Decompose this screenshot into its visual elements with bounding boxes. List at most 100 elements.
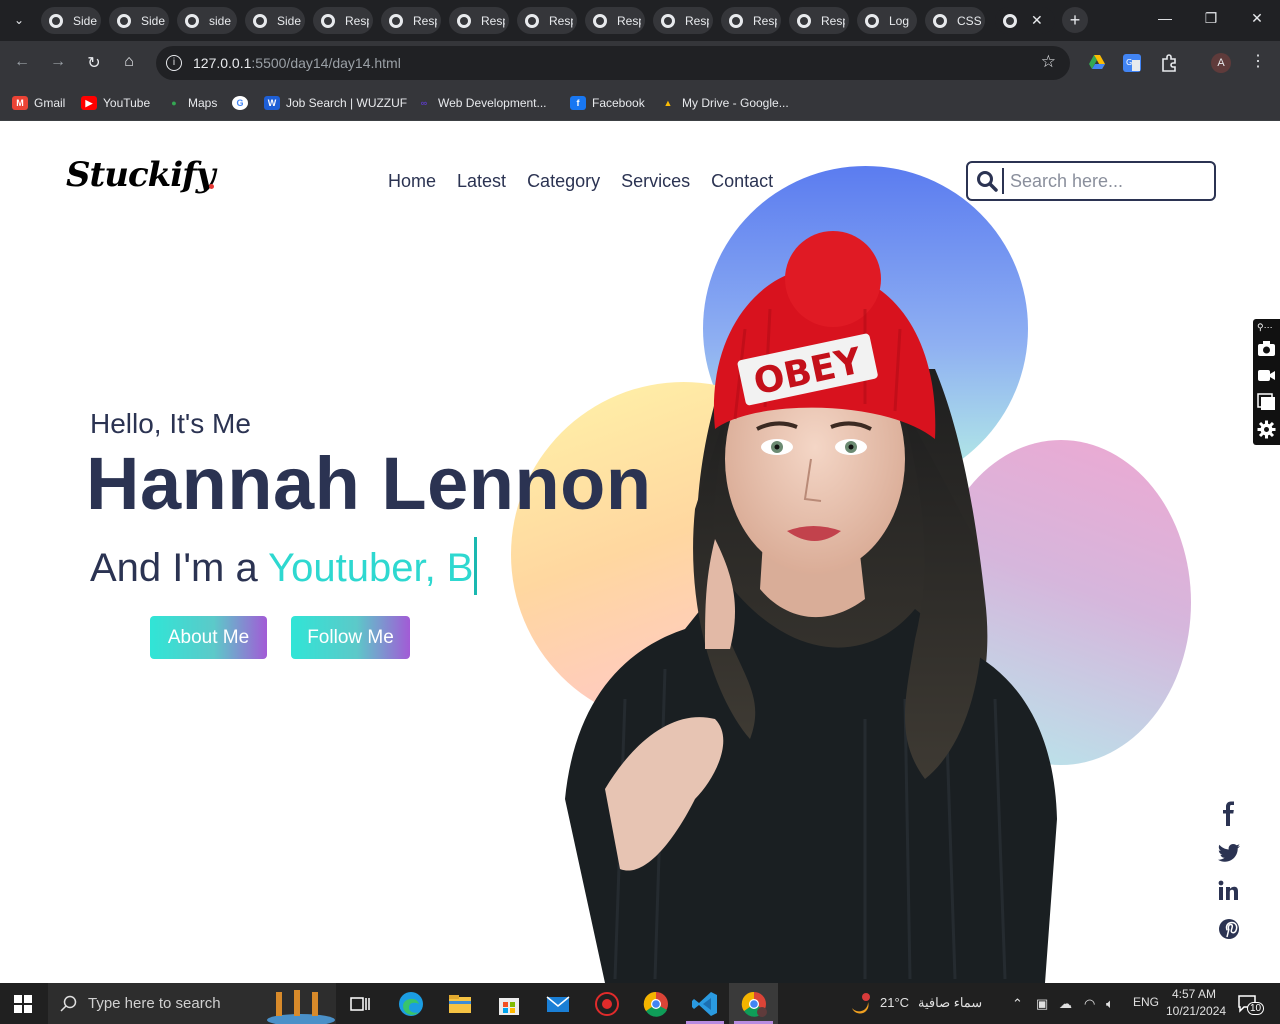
security-app-icon[interactable] — [593, 990, 621, 1018]
role-typed-text: Youtuber, B — [268, 546, 474, 590]
browser-tab[interactable]: Side — [245, 7, 305, 34]
browser-tab[interactable]: Resp — [449, 7, 509, 34]
tab-label: side — [209, 13, 232, 28]
bookmark-gmail[interactable]: M Gmail — [12, 92, 65, 114]
clock-date[interactable]: 10/21/2024 — [1166, 1004, 1226, 1018]
role-prefix: And I'm a — [90, 546, 269, 590]
home-button[interactable]: ⌂ — [119, 53, 139, 71]
tab-favicon-icon — [797, 13, 811, 28]
vscode-icon[interactable] — [691, 990, 719, 1018]
weather-description: سماء صافية — [918, 995, 983, 1010]
tray-expand-icon[interactable]: ⌃ — [1012, 996, 1023, 1012]
browser-tab[interactable]: Resp — [381, 7, 441, 34]
volume-icon[interactable]: 🔈︎ — [1106, 996, 1114, 1012]
window-capture-icon[interactable] — [1257, 393, 1276, 412]
bookmark-drive[interactable]: ▲ My Drive - Google... — [660, 92, 789, 114]
clock-time[interactable]: 4:57 AM — [1172, 987, 1216, 1001]
google-translate-extension-icon[interactable]: G — [1123, 54, 1141, 72]
tab-search-button[interactable]: ⌄ — [8, 9, 30, 31]
address-bar[interactable]: i 127.0.0.1:5500/day14/day14.html ☆ — [156, 46, 1070, 80]
bookmark-facebook[interactable]: f Facebook — [570, 92, 645, 114]
linkedin-icon[interactable] — [1216, 878, 1242, 904]
network-icon[interactable]: ◠ — [1084, 996, 1095, 1012]
onedrive-icon[interactable]: ☁ — [1059, 996, 1072, 1012]
restore-button[interactable]: ❐ — [1201, 10, 1221, 27]
camera-icon[interactable] — [1257, 339, 1276, 358]
bookmark-label: My Drive - Google... — [682, 96, 789, 110]
browser-tab[interactable]: Resp — [313, 7, 373, 34]
microsoft-store-icon[interactable] — [495, 990, 523, 1018]
tab-favicon-icon — [49, 13, 63, 28]
bookmark-label: YouTube — [103, 96, 151, 110]
site-logo[interactable]: Stuckify — [66, 155, 216, 195]
taskbar-search-box[interactable]: Type here to search — [48, 983, 336, 1024]
forward-button[interactable]: → — [48, 53, 68, 71]
task-view-icon[interactable] — [346, 990, 374, 1018]
mail-icon[interactable] — [544, 990, 572, 1018]
browser-tab[interactable]: side — [177, 7, 237, 34]
pinterest-icon[interactable] — [1216, 916, 1242, 942]
close-window-button[interactable]: ✕ — [1247, 10, 1267, 27]
extensions-puzzle-icon[interactable] — [1160, 54, 1178, 72]
minimize-button[interactable]: — — [1155, 10, 1175, 26]
browser-tab[interactable]: Resp — [585, 7, 645, 34]
tab-favicon-icon — [525, 13, 539, 28]
tab-label: Resp — [685, 13, 709, 28]
browser-tab[interactable]: CSS — [925, 7, 985, 34]
bookmark-youtube[interactable]: ▶ YouTube — [81, 92, 150, 114]
svg-text:G: G — [1126, 58, 1132, 67]
bookmark-star-icon[interactable]: ☆ — [1041, 52, 1056, 72]
chrome-icon[interactable] — [642, 990, 670, 1018]
meet-now-icon[interactable]: ▣ — [1036, 996, 1048, 1012]
hero-name: Hannah Lennon — [86, 442, 652, 525]
browser-tab[interactable]: Side — [109, 7, 169, 34]
url-text[interactable]: 127.0.0.1:5500/day14/day14.html — [193, 55, 401, 71]
browser-tab[interactable]: Side — [41, 7, 101, 34]
reload-button[interactable]: ↻ — [84, 53, 104, 73]
about-me-button[interactable]: About Me — [150, 616, 267, 659]
browser-tab[interactable]: Resp — [721, 7, 781, 34]
follow-me-button[interactable]: Follow Me — [291, 616, 410, 659]
bookmark-wuzzuf[interactable]: W Job Search | WUZZUF — [264, 92, 407, 114]
twitter-icon[interactable] — [1216, 840, 1242, 866]
tab-label: Side — [73, 13, 97, 28]
weather-icon[interactable] — [848, 992, 872, 1016]
url-host: 127.0.0.1 — [193, 55, 252, 71]
chrome-profile-active-tile[interactable] — [729, 983, 778, 1024]
tab-favicon-icon — [253, 13, 267, 28]
nav-link-home[interactable]: Home — [388, 171, 436, 192]
bookmark-web-dev[interactable]: ∞ Web Development... — [416, 92, 547, 114]
browser-menu-icon[interactable]: ⋮ — [1250, 51, 1266, 71]
notification-center-icon[interactable]: 10 — [1237, 993, 1265, 1015]
browser-tab[interactable]: Log — [857, 7, 917, 34]
settings-gear-icon[interactable] — [1257, 420, 1276, 439]
windows-start-icon[interactable] — [14, 995, 32, 1013]
bookmark-label: Web Development... — [438, 96, 547, 110]
site-info-icon[interactable]: i — [166, 55, 182, 71]
google-drive-extension-icon[interactable] — [1088, 54, 1106, 72]
video-camera-icon[interactable] — [1257, 366, 1276, 385]
tab-active[interactable] — [995, 7, 1055, 34]
tab-label: CSS — [957, 13, 981, 28]
bookmarks-bar: M Gmail ▶ YouTube ● Maps G W Job Search | WUZZUF… — [0, 86, 1280, 121]
taskbar-search-icon — [60, 995, 77, 1012]
tab-favicon-icon — [933, 13, 947, 28]
language-indicator[interactable]: ENG — [1133, 995, 1159, 1009]
hero-role: And I'm a Youtuber, B — [90, 537, 478, 595]
tab-favicon-icon — [457, 13, 471, 28]
bookmark-google[interactable]: G — [232, 92, 254, 114]
browser-tab[interactable]: Resp — [653, 7, 713, 34]
edge-browser-icon[interactable] — [397, 990, 425, 1018]
profile-avatar[interactable]: A — [1211, 53, 1231, 73]
facebook-icon[interactable] — [1216, 801, 1242, 827]
file-explorer-icon[interactable] — [446, 990, 474, 1018]
bookmark-maps[interactable]: ● Maps — [166, 92, 217, 114]
web-page: Stuckify Home Latest Category Services Conta… — [0, 121, 1280, 983]
typing-cursor — [474, 537, 478, 595]
back-button[interactable]: ← — [12, 53, 32, 71]
nav-link-latest[interactable]: Latest — [457, 171, 506, 192]
browser-tab[interactable]: Resp — [517, 7, 577, 34]
tab-close-icon[interactable]: ✕ — [1031, 12, 1043, 29]
browser-tab[interactable]: Resp — [789, 7, 849, 34]
new-tab-button[interactable]: + — [1062, 7, 1088, 33]
